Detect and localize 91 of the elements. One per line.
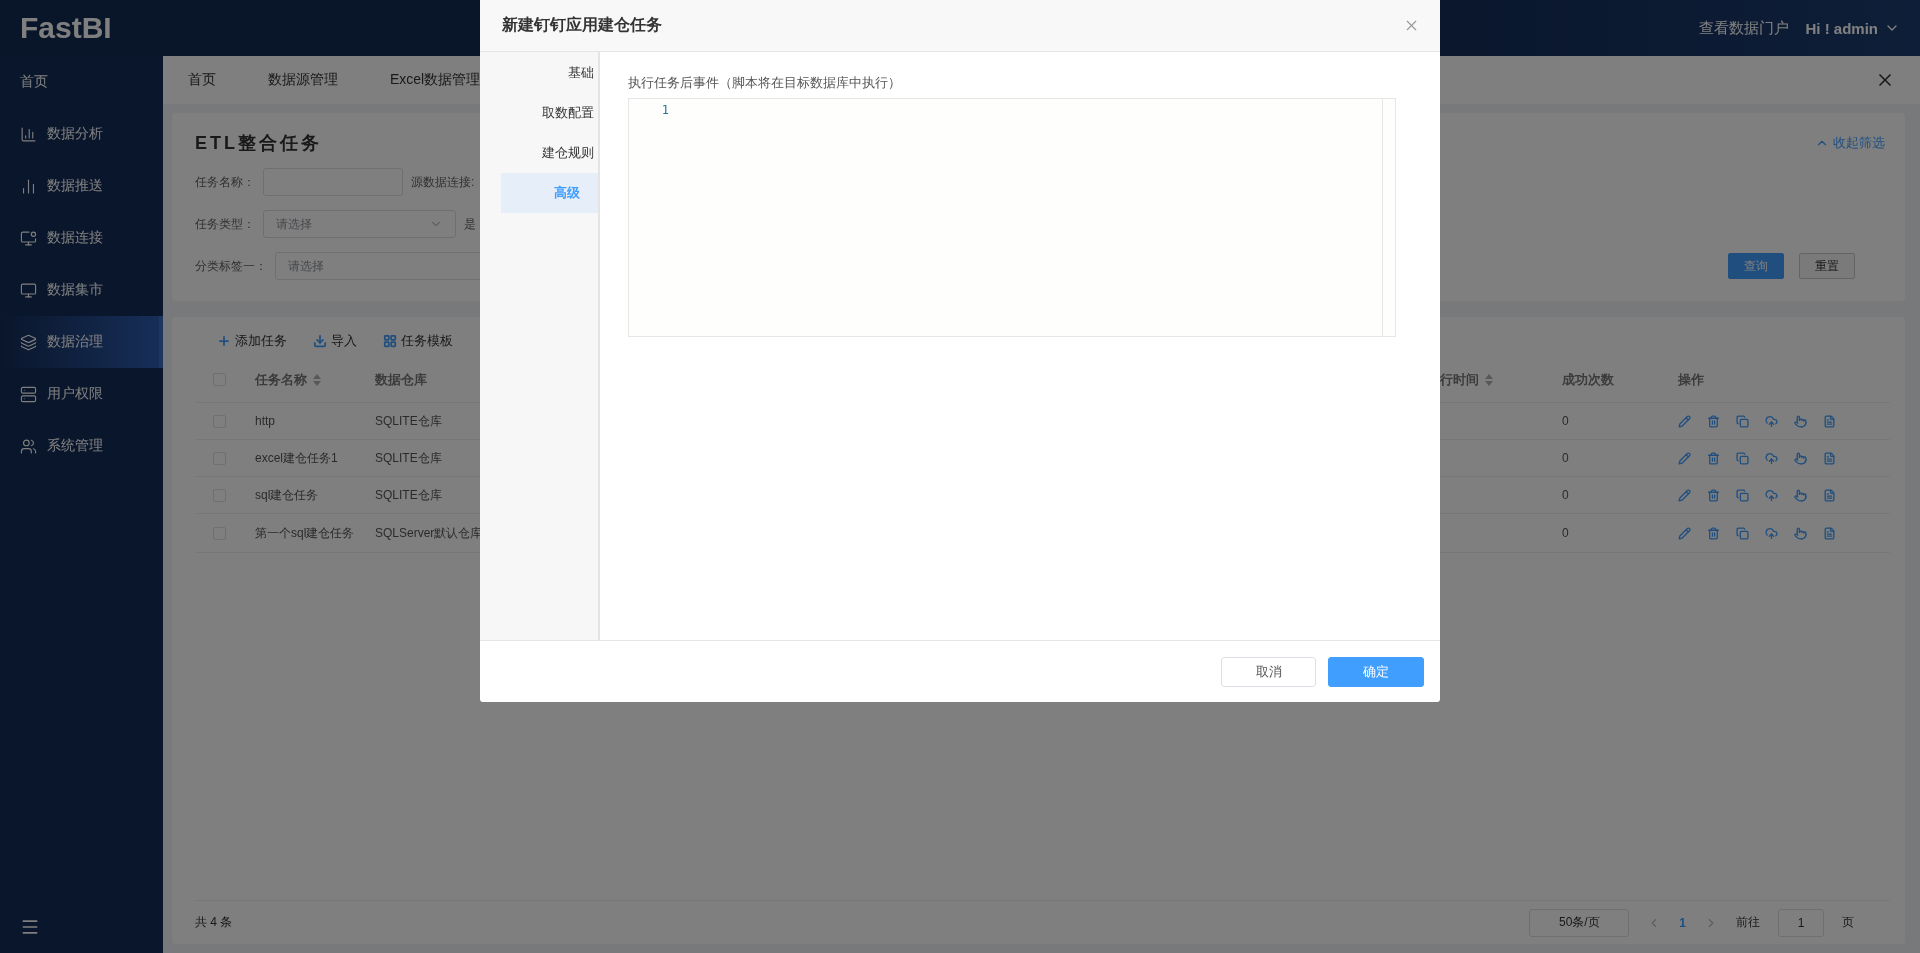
edit-icon[interactable]: [1678, 414, 1691, 428]
copy-icon[interactable]: [1736, 488, 1749, 502]
dialog-nav-item[interactable]: 建仓规则: [501, 133, 598, 173]
users-icon: [20, 437, 37, 455]
toolbar-button[interactable]: 导入: [313, 325, 357, 357]
sidebar-item[interactable]: 系统管理: [0, 420, 163, 472]
plus-icon: [217, 334, 231, 348]
confirm-button[interactable]: 确定: [1328, 656, 1424, 687]
chart-icon: [20, 125, 37, 143]
dialog-nav-item[interactable]: 高级: [501, 173, 598, 213]
bar-chart-icon: [20, 177, 37, 195]
column-header: 数据仓库: [375, 370, 427, 389]
column-header: 任务名称: [255, 370, 307, 389]
field-label: 执行任务后事件（脚本将在目标数据库中执行）: [628, 74, 902, 92]
toolbar-button[interactable]: 任务模板: [383, 325, 453, 357]
table-cell: excel建仓任务1: [255, 449, 338, 467]
column-header: 成功次数: [1562, 370, 1614, 389]
cloud-upload-icon[interactable]: [1765, 488, 1778, 502]
pointer-icon[interactable]: [1794, 526, 1807, 540]
dialog-title: 新建钉钉应用建仓任务: [502, 15, 662, 35]
field-label: 是: [464, 215, 476, 233]
field-label: 任务名称：: [195, 173, 255, 191]
reset-button[interactable]: 重置: [1799, 253, 1855, 279]
page-size-select[interactable]: 50条/页: [1529, 908, 1630, 937]
code-editor[interactable]: 1: [628, 98, 1396, 337]
pointer-icon[interactable]: [1794, 488, 1807, 502]
table-cell: 0: [1562, 451, 1569, 465]
table-cell: SQLITE仓库: [375, 449, 442, 467]
edit-icon[interactable]: [1678, 451, 1691, 465]
edit-icon[interactable]: [1678, 488, 1691, 502]
total-count: 共 4 条: [195, 914, 233, 931]
cloud-upload-icon[interactable]: [1765, 526, 1778, 540]
sort-icon: [313, 373, 321, 386]
trash-icon[interactable]: [1707, 414, 1720, 428]
toolbar-button[interactable]: 添加任务: [217, 325, 287, 357]
cloud-upload-icon[interactable]: [1765, 451, 1778, 465]
page-suffix: 页: [1842, 914, 1854, 931]
table-cell-text: 0: [1562, 525, 1569, 542]
copy-icon[interactable]: [1736, 526, 1749, 540]
table-cell-text: SQLServer默认仓库: [375, 525, 483, 542]
page-tab[interactable]: 数据源管理: [268, 71, 338, 89]
trash-icon[interactable]: [1707, 451, 1720, 465]
logo: FastBI: [20, 11, 112, 45]
table-cell: sql建仓任务: [255, 486, 319, 504]
field-label: 源数据连接:: [411, 173, 475, 191]
table-cell: 0: [1562, 488, 1569, 502]
trash-icon[interactable]: [1707, 526, 1720, 540]
cloud-upload-icon[interactable]: [1765, 414, 1778, 428]
document-icon[interactable]: [1823, 414, 1836, 428]
page-title: ETL整合任务: [195, 132, 322, 155]
dialog-nav-item[interactable]: 基础: [501, 53, 598, 93]
edit-icon[interactable]: [1678, 526, 1691, 540]
copy-icon[interactable]: [1736, 414, 1749, 428]
page-tab[interactable]: Excel数据管理: [390, 71, 481, 89]
sidebar-item[interactable]: 首页: [0, 56, 163, 108]
document-icon[interactable]: [1823, 451, 1836, 465]
goto-field[interactable]: 1: [1778, 908, 1824, 937]
document-icon[interactable]: [1823, 526, 1836, 540]
server-icon: [20, 385, 37, 403]
pointer-icon[interactable]: [1794, 414, 1807, 428]
sort-icon: [1485, 373, 1493, 386]
table-cell: SQLITE仓库: [375, 486, 442, 504]
grid-icon: [383, 334, 397, 348]
monitor-icon: [20, 229, 37, 247]
field-label: 分类标签一：: [195, 257, 267, 275]
download-icon: [313, 334, 327, 348]
table-cell: 0: [1562, 414, 1569, 428]
portal-link[interactable]: 查看数据门户: [1699, 18, 1790, 38]
pointer-icon[interactable]: [1794, 451, 1807, 465]
menu-icon[interactable]: [20, 917, 40, 937]
column-header: 操作: [1678, 370, 1704, 389]
sidebar-item[interactable]: 数据推送: [0, 160, 163, 212]
user-menu[interactable]: Hi ! admin: [1805, 19, 1900, 37]
dialog-nav-item[interactable]: 取数配置: [501, 93, 598, 133]
sidebar-item[interactable]: 数据连接: [0, 212, 163, 264]
line-number: 1: [661, 103, 669, 117]
table-cell-text: 第一个sql建仓任务: [255, 525, 355, 542]
column-header: 行时间: [1440, 370, 1479, 389]
cancel-button[interactable]: 取消: [1221, 656, 1316, 687]
table-cell: http: [255, 414, 275, 428]
copy-icon[interactable]: [1736, 451, 1749, 465]
trash-icon[interactable]: [1707, 488, 1720, 502]
table-cell: SQLITE仓库: [375, 412, 442, 430]
layers-icon: [20, 333, 37, 351]
sidebar-item[interactable]: 用户权限: [0, 368, 163, 420]
field-label: 任务类型：: [195, 215, 255, 233]
document-icon[interactable]: [1823, 488, 1836, 502]
sidebar-item[interactable]: 数据集市: [0, 264, 163, 316]
page-tab[interactable]: 首页: [188, 71, 216, 89]
sidebar-item[interactable]: 数据分析: [0, 108, 163, 160]
goto-label: 前往: [1736, 914, 1760, 931]
